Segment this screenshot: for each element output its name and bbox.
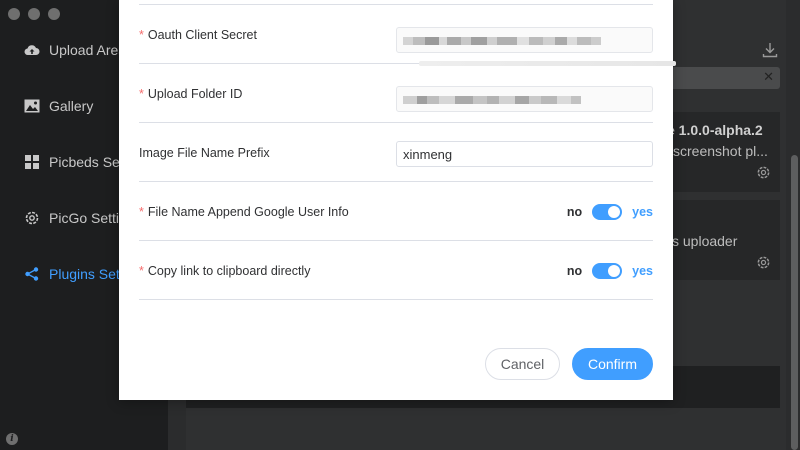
upload-folder-id-input[interactable]: [396, 86, 653, 112]
maximize-window-button[interactable]: [48, 8, 60, 20]
cancel-button[interactable]: Cancel: [485, 348, 560, 380]
field-label: * File Name Append Google User Info: [139, 205, 349, 219]
plugin-description: s uploader: [672, 233, 738, 249]
plugin-description: screenshot pl...: [673, 143, 768, 159]
append-google-user-info-switch[interactable]: [592, 204, 623, 220]
switch-on-label[interactable]: yes: [632, 264, 653, 278]
plugin-title: e 1.0.0-alpha.2: [667, 122, 763, 138]
form-row-upload-folder-id: * Upload Folder ID: [139, 64, 653, 123]
cloud-upload-icon: [24, 42, 40, 58]
append-google-user-info-switch-group: no yes: [567, 204, 653, 220]
form-row-oauth-client-secret: * Oauth Client Secret: [139, 5, 676, 66]
close-window-button[interactable]: [8, 8, 20, 20]
form-row-image-file-name-prefix: Image File Name Prefix: [139, 123, 653, 182]
window-controls: [8, 8, 60, 20]
sidebar-item-upload-area[interactable]: Upload Area: [24, 42, 126, 58]
clear-icon[interactable]: ✕: [763, 69, 774, 85]
gear-icon: [24, 210, 40, 226]
plugin-config-dialog: * Oauth Client Secret * Upload Folder ID I…: [119, 0, 676, 400]
field-label: * Upload Folder ID: [139, 87, 243, 101]
minimize-window-button[interactable]: [28, 8, 40, 20]
form-row-append-google-user-info: * File Name Append Google User Info no ye…: [139, 182, 653, 241]
sidebar-item-gallery[interactable]: Gallery: [24, 98, 93, 114]
info-icon[interactable]: i: [6, 433, 18, 445]
image-icon: [24, 98, 40, 114]
switch-on-label[interactable]: yes: [632, 205, 653, 219]
field-label: * Copy link to clipboard directly: [139, 264, 311, 278]
confirm-button[interactable]: Confirm: [572, 348, 653, 380]
oauth-client-secret-input[interactable]: [396, 27, 653, 53]
plugin-gear-icon[interactable]: [756, 255, 771, 270]
copy-link-switch-group: no yes: [567, 263, 653, 279]
sidebar-item-label: Upload Area: [49, 42, 127, 58]
field-label: * Oauth Client Secret: [139, 28, 257, 42]
share-icon: [24, 266, 40, 282]
plugin-gear-icon[interactable]: [756, 165, 771, 180]
switch-off-label[interactable]: no: [567, 264, 582, 278]
image-file-name-prefix-input[interactable]: [396, 141, 653, 167]
scrollbar[interactable]: [791, 155, 798, 450]
sidebar-item-label: Gallery: [49, 98, 94, 114]
grid-icon: [24, 154, 40, 170]
form-row-copy-link-to-clipboard: * Copy link to clipboard directly no yes: [139, 241, 653, 300]
copy-link-to-clipboard-switch[interactable]: [592, 263, 623, 279]
field-label: Image File Name Prefix: [139, 146, 270, 160]
download-icon[interactable]: [762, 42, 778, 58]
switch-off-label[interactable]: no: [567, 205, 582, 219]
